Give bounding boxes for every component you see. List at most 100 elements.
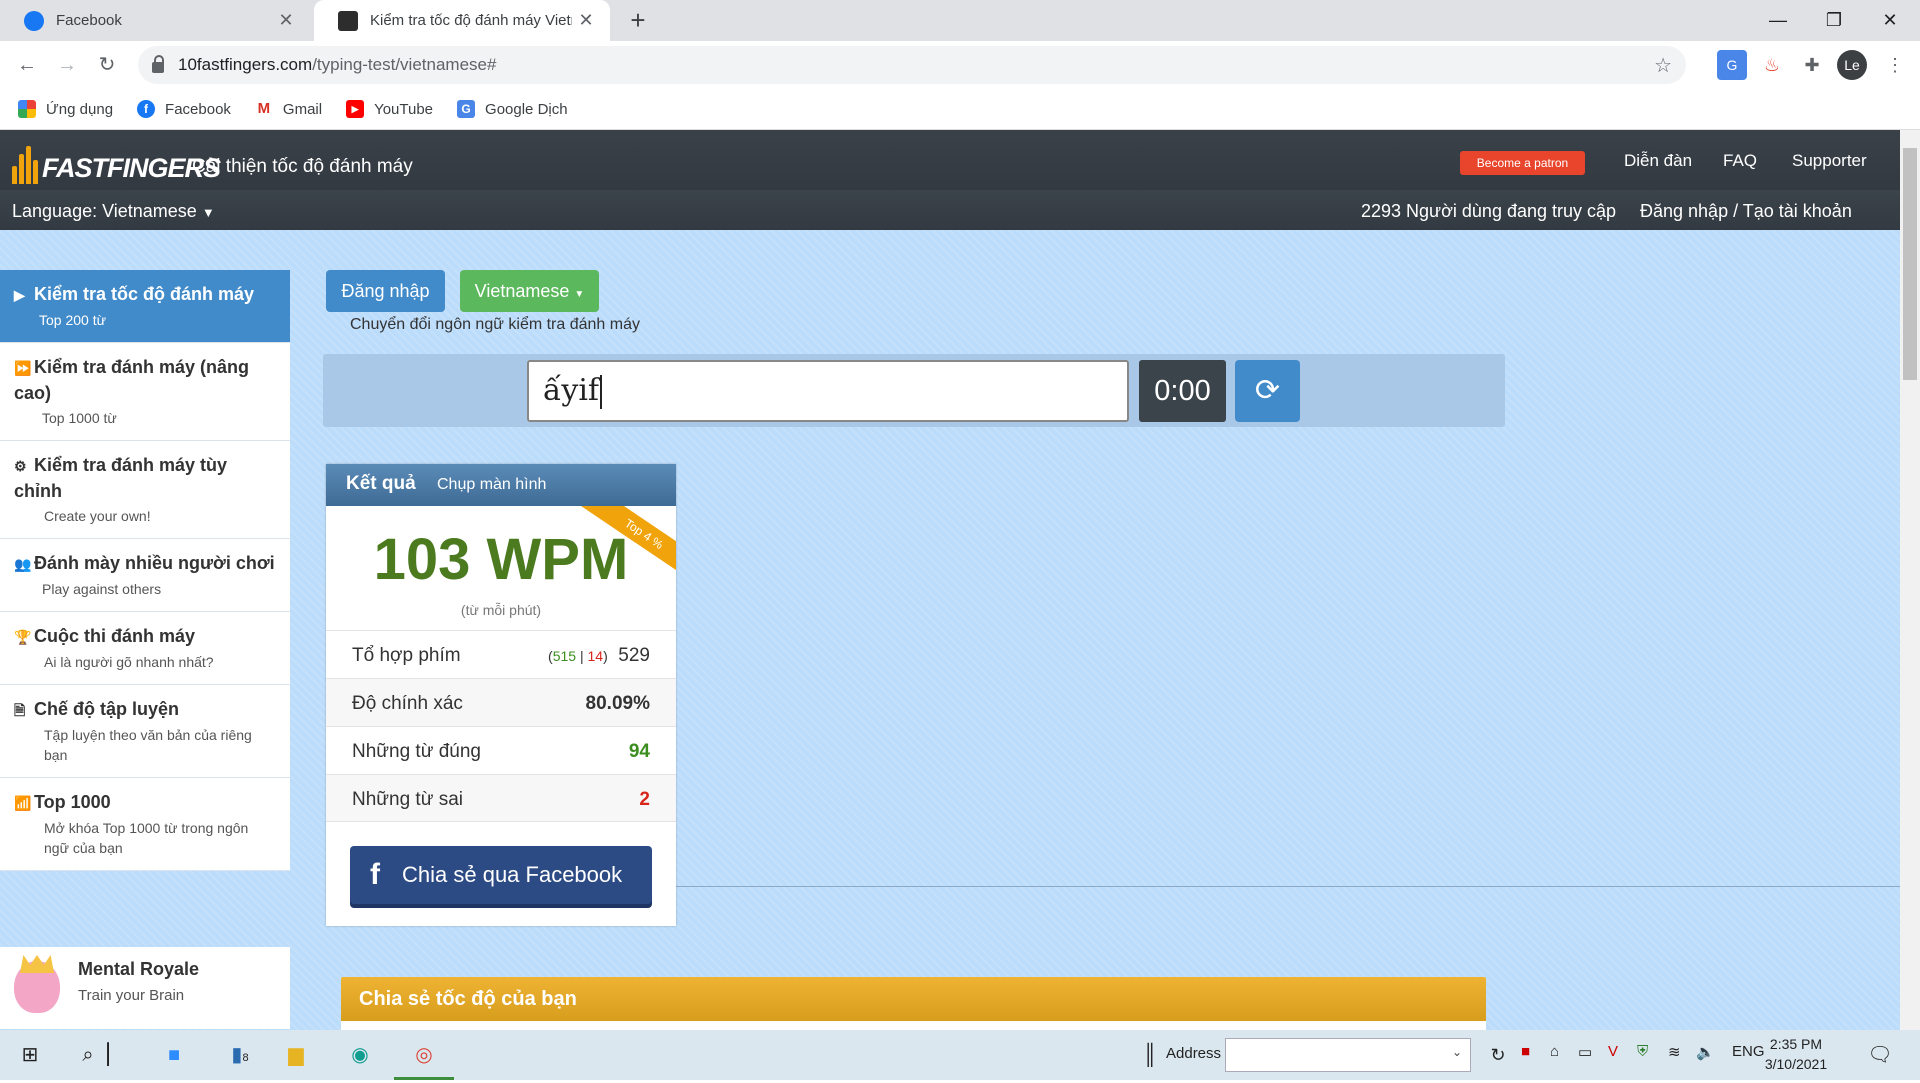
logo-bars-icon: [12, 146, 40, 184]
app-with-badge-icon[interactable]: ▮8: [212, 1030, 268, 1080]
mental-royale-promo[interactable]: Mental Royale Train your Brain: [0, 947, 290, 1029]
tray-app-icon[interactable]: ■: [1521, 1043, 1530, 1060]
sidebar-item-sub: Mở khóa Top 1000 từ trong ngôn ngữ của b…: [44, 820, 249, 856]
windows-start-icon[interactable]: ⊞: [2, 1030, 58, 1080]
scrollbar-thumb[interactable]: [1903, 148, 1917, 380]
bookmark-label: Gmail: [282, 100, 323, 118]
stat-keystrokes: Tổ hợp phím (515 | 14) 529: [326, 630, 676, 678]
chevron-down-icon: ▼: [201, 205, 215, 220]
clock[interactable]: 2:35 PM 3/10/2021: [1758, 1034, 1834, 1074]
site-favicon-icon: [338, 10, 358, 31]
tab-result[interactable]: Kết quả: [346, 473, 416, 495]
sidebar-item-advanced[interactable]: ⏩ Kiểm tra đánh máy (nâng cao) Top 1000 t…: [0, 343, 290, 441]
stat-correct-words: Những từ đúng 94: [326, 726, 676, 774]
menu-kebab-icon[interactable]: ⋮: [1880, 50, 1910, 80]
restart-button[interactable]: ⟳: [1235, 360, 1300, 422]
stat-label: Tổ hợp phím: [352, 645, 461, 666]
minimize-button[interactable]: —: [1750, 0, 1806, 41]
close-icon[interactable]: ✕: [272, 10, 300, 31]
bookmark-facebook[interactable]: f Facebook: [137, 100, 231, 118]
bookmark-gmail[interactable]: M Gmail: [254, 100, 323, 118]
refresh-icon[interactable]: ↻: [1482, 1030, 1514, 1080]
volume-icon[interactable]: 🔈: [1696, 1043, 1715, 1061]
address-toolbar-label: Address: [1166, 1045, 1222, 1062]
bookmark-label: Facebook: [165, 100, 231, 118]
file-explorer-icon[interactable]: ▆: [268, 1030, 324, 1080]
sidebar-item-practice[interactable]: 🗎 Chế độ tập luyện Tập luyện theo văn bản…: [0, 685, 290, 778]
trophy-icon: 🏆: [14, 629, 32, 645]
sidebar-item-top1000[interactable]: 📶 Top 1000 Mở khóa Top 1000 từ trong ngôn…: [0, 778, 290, 871]
stat-label: Những từ đúng: [352, 741, 481, 762]
address-toolbar-input[interactable]: ⌄: [1225, 1038, 1471, 1072]
taskbar-badge: 8: [242, 1052, 249, 1064]
typing-input-value: ấyif: [543, 373, 600, 408]
extensions-puzzle-icon[interactable]: ✚: [1797, 50, 1827, 80]
profile-avatar[interactable]: Le: [1837, 50, 1867, 80]
accuracy-value: 80.09%: [585, 693, 650, 714]
close-window-button[interactable]: ✕: [1862, 0, 1918, 41]
document-icon: 🗎: [14, 702, 26, 718]
language-selector[interactable]: Language: Vietnamese ▼: [12, 201, 215, 222]
bookmark-apps[interactable]: Ứng dụng: [18, 100, 113, 118]
timer: 0:00: [1139, 360, 1226, 422]
sidebar-item-label: Kiểm tra đánh máy tùy chỉnh: [14, 455, 228, 501]
gears-icon: ⚙: [14, 458, 27, 474]
result-card: Kết quả Chụp màn hình Top 4 % 103 WPM (t…: [326, 464, 676, 926]
language-dropdown-button[interactable]: Vietnamese ▼: [460, 270, 599, 312]
sidebar-item-multiplayer[interactable]: 👥 Đánh mày nhiều người chơi Play against …: [0, 539, 290, 612]
facebook-icon: [24, 10, 44, 31]
new-tab-button[interactable]: +: [624, 6, 652, 34]
tab-typing-test[interactable]: Kiểm tra tốc độ đánh máy Vietna ✕: [314, 0, 610, 41]
tab-title: Facebook: [56, 12, 122, 29]
share-section-body: [341, 1021, 1486, 1030]
edge-browser-icon[interactable]: ◉: [332, 1030, 388, 1080]
forward-button[interactable]: →: [50, 48, 84, 82]
url-host: 10fastfingers.com: [178, 55, 313, 74]
nav-faq[interactable]: FAQ: [1723, 151, 1757, 171]
share-facebook-button[interactable]: f Chia sẻ qua Facebook: [350, 846, 652, 904]
typing-input[interactable]: ấyif: [527, 360, 1129, 422]
reload-page-button[interactable]: ↻: [90, 48, 124, 82]
sidebar-item-label: Kiểm tra đánh máy (nâng cao): [14, 357, 250, 403]
google-translate-icon: G: [457, 100, 476, 118]
zoom-app-icon[interactable]: ■: [146, 1030, 202, 1080]
tab-facebook[interactable]: Facebook ✕: [0, 0, 310, 41]
sidebar-item-custom[interactable]: ⚙ Kiểm tra đánh máy tùy chỉnh Create your…: [0, 441, 290, 539]
google-translate-extension-icon[interactable]: G: [1717, 50, 1747, 80]
sidebar-item-typing-test[interactable]: ▶ Kiểm tra tốc độ đánh máy Top 200 từ: [0, 270, 290, 343]
wifi-icon[interactable]: ≋: [1668, 1043, 1681, 1061]
clock-time: 2:35 PM: [1769, 1036, 1823, 1052]
antivirus-icon[interactable]: V: [1608, 1043, 1618, 1060]
login-button[interactable]: Đăng nhập: [326, 270, 445, 312]
notifications-icon[interactable]: 🗨: [1852, 1030, 1908, 1080]
address-bar[interactable]: 10fastfingers.com/typing-test/vietnamese…: [138, 46, 1686, 84]
sidebar-item-label: Top 1000: [34, 792, 111, 812]
refresh-icon: ⟳: [1254, 374, 1281, 407]
close-icon[interactable]: ✕: [572, 10, 600, 31]
patron-label: Become a patron: [1476, 156, 1569, 170]
restore-button[interactable]: ❐: [1806, 0, 1862, 41]
chrome-taskbar-icon[interactable]: ◎: [394, 1030, 454, 1080]
bookmark-google-translate[interactable]: G Google Dịch: [457, 100, 568, 118]
bookmark-youtube[interactable]: ▶ YouTube: [346, 100, 433, 118]
stat-wrong-words: Những từ sai 2: [326, 774, 676, 822]
fire-extension-icon[interactable]: ♨: [1757, 50, 1787, 80]
nav-supporter[interactable]: Supporter: [1792, 151, 1867, 171]
tray-meet-icon[interactable]: ⌂: [1550, 1043, 1559, 1060]
tab-screenshot[interactable]: Chụp màn hình: [437, 476, 546, 494]
patron-button[interactable]: Become a patron: [1460, 151, 1585, 175]
security-shield-icon[interactable]: ⛨: [1637, 1043, 1648, 1060]
result-card-header: Kết quả Chụp màn hình: [326, 464, 676, 506]
bookmark-star-icon[interactable]: ☆: [1654, 53, 1672, 78]
gmail-icon: M: [254, 100, 273, 118]
nav-forum[interactable]: Diễn đàn: [1624, 151, 1692, 171]
site-logo[interactable]: FASTFINGERS: [12, 136, 221, 184]
login-register-link[interactable]: Đăng nhập / Tạo tài khoản: [1640, 201, 1852, 222]
sidebar: ▶ Kiểm tra tốc độ đánh máy Top 200 từ ⏩ Ki…: [0, 270, 290, 871]
sidebar-item-competition[interactable]: 🏆 Cuộc thi đánh máy Ai là người gõ nhanh …: [0, 612, 290, 685]
battery-icon[interactable]: ▭: [1578, 1043, 1592, 1061]
clock-date: 3/10/2021: [1764, 1056, 1828, 1072]
divider: [676, 886, 1900, 887]
back-button[interactable]: ←: [10, 48, 44, 82]
task-view-icon[interactable]: ▏: [100, 1030, 130, 1080]
